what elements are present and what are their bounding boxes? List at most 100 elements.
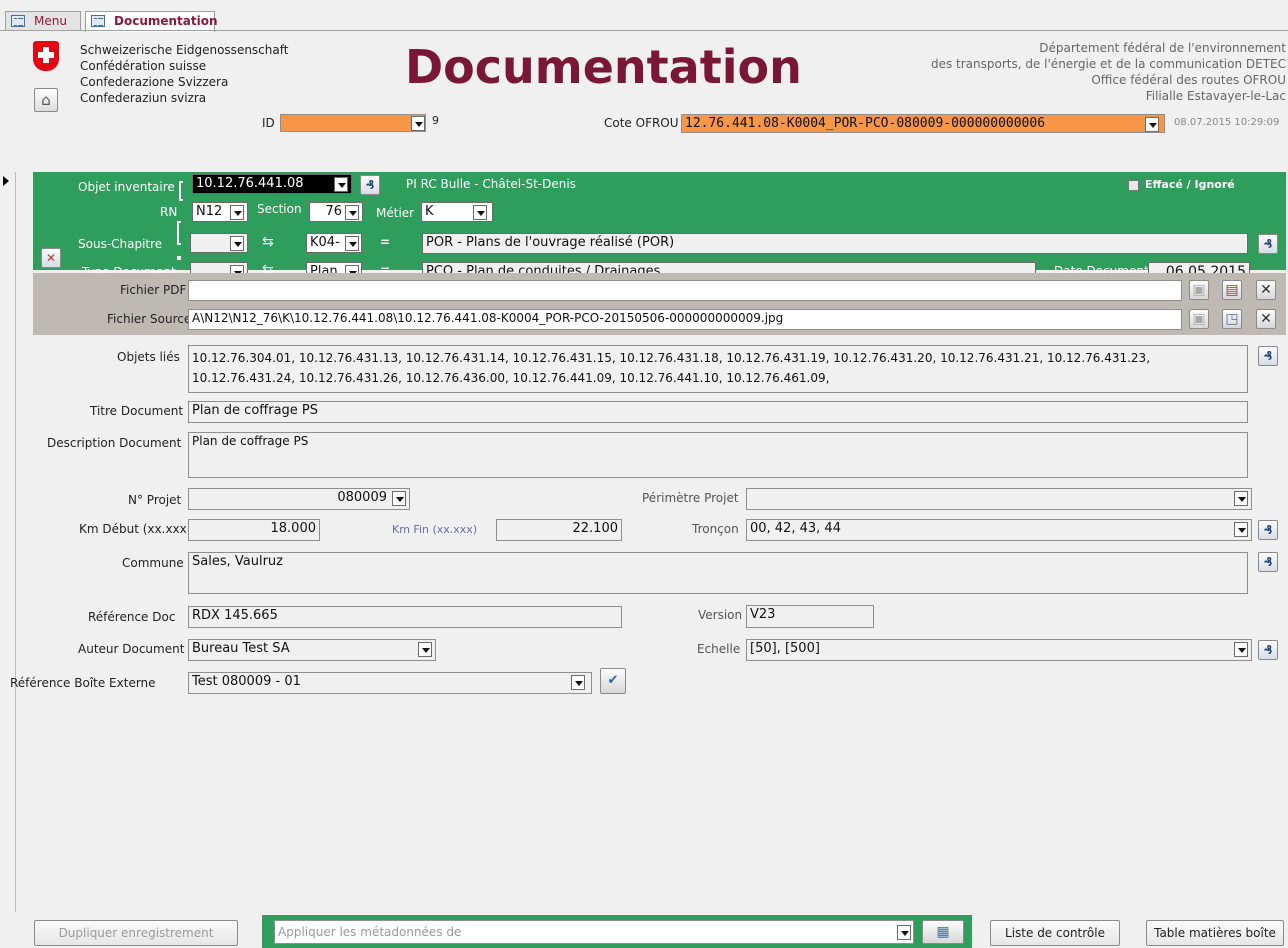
binoculars-icon: ₰ [1263,555,1273,569]
commune-field[interactable]: Sales, Vaulruz [188,552,1248,594]
objets-lies-field[interactable]: 10.12.76.304.01, 10.12.76.431.13, 10.12.… [188,345,1248,393]
id-label: ID [262,116,275,130]
equals-sign: = [380,235,391,249]
cote-ofrou-field[interactable]: 12.76.441.08-K0004_POR-PCO-080009-000000… [681,114,1165,133]
metier-dropdown-button[interactable] [473,205,487,220]
bracket [179,181,183,201]
close-icon: ✕ [1260,282,1272,298]
save-pdf-button[interactable]: ▣ [1189,280,1209,300]
rn-dropdown-button[interactable] [230,205,244,220]
refdoc-label: Référence Doc [88,610,176,624]
tab-divider [0,30,1288,31]
source-label: Fichier Source [107,312,192,326]
id-dropdown-button[interactable] [411,116,425,131]
echelle-field[interactable]: [50], [500] [746,639,1252,661]
binoculars-icon: ₰ [1263,237,1273,251]
sous-desc-field: POR - Plans de l'ouvrage réalisé (POR) [422,233,1248,254]
confederation-line: Confederazione Svizzera [80,75,229,89]
objet-dropdown-button[interactable] [334,177,348,192]
binoculars-icon: ₰ [1263,643,1273,657]
projet-label: N° Projet [128,493,182,507]
apply-form-button[interactable]: ▦ [922,920,964,944]
search-objet-button[interactable]: ₰ [360,175,380,195]
save-source-button[interactable]: ▣ [1189,309,1209,329]
preview-source-button[interactable]: ◳ [1222,309,1242,329]
swiss-flag-logo [33,41,59,71]
pdf-field[interactable] [188,280,1182,301]
department-text: Département fédéral de l'environnement d… [931,40,1286,104]
home-button[interactable]: ⌂ [34,88,58,112]
appliquer-field[interactable]: Appliquer les métadonnées de [274,920,914,944]
spellcheck-button[interactable]: ✔ [600,668,626,694]
echelle-label: Echelle [697,642,741,656]
swap-icon: ⇆ [262,234,274,250]
liste-controle-button[interactable]: Liste de contrôle [990,920,1120,946]
id-number: 9 [432,114,439,127]
binoculars-icon: ₰ [1263,523,1273,537]
delete-pdf-button[interactable]: ✕ [1256,280,1276,300]
appliquer-dropdown-button[interactable] [897,925,911,940]
sous-code-dropdown-button[interactable] [345,236,359,251]
perimetre-field[interactable] [746,488,1252,510]
clear-filter-button[interactable]: ✕ [41,248,61,268]
form-icon [11,15,25,27]
open-pdf-button[interactable]: ▤ [1222,280,1242,300]
disk-icon: ▣ [1192,282,1206,298]
search-objets-button[interactable]: ₰ [1258,346,1278,366]
refdoc-field[interactable]: RDX 145.665 [188,606,622,628]
metier-label: Métier [376,206,415,220]
form-icon: ▦ [936,924,950,940]
form-icon [91,15,105,27]
search-sous-button[interactable]: ₰ [1258,234,1278,254]
confederation-text: Schweizerische Eidgenossenschaft Confédé… [80,42,288,106]
record-selector-icon[interactable] [3,176,9,186]
tab-menu[interactable]: Menu [5,11,81,31]
boite-dropdown-button[interactable] [571,675,585,690]
pdf-label: Fichier PDF [120,283,187,297]
confederation-line: Confederaziun svizra [80,91,207,105]
troncon-field[interactable]: 00, 42, 43, 44 [746,519,1252,541]
record-selector-line [15,172,16,912]
search-echelle-button[interactable]: ₰ [1258,640,1278,660]
troncon-dropdown-button[interactable] [1234,522,1248,537]
delete-source-button[interactable]: ✕ [1256,309,1276,329]
description-field[interactable]: Plan de coffrage PS [188,432,1248,478]
echelle-dropdown-button[interactable] [1234,642,1248,657]
cote-dropdown-button[interactable] [1145,117,1159,132]
projet-field[interactable]: 080009 [188,488,410,510]
km-debut-label: Km Début (xx.xxx) [79,522,192,536]
titre-label: Titre Document [90,404,184,418]
tab-documentation-label: Documentation [114,14,218,28]
effacé-checkbox[interactable] [1128,180,1139,191]
objets-lies-line: 10.12.76.431.24, 10.12.76.431.26, 10.12.… [192,371,830,385]
id-field[interactable] [280,114,426,132]
sous-chapitre-label: Sous-Chapitre [78,237,163,251]
dupliquer-button[interactable]: Dupliquer enregistrement [34,920,238,946]
clear-filter-icon: ✕ [45,251,57,265]
section-dropdown-button[interactable] [345,205,359,220]
confederation-line: Schweizerische Eidgenossenschaft [80,43,289,57]
km-debut-field[interactable]: 18.000 [188,519,320,541]
perimetre-dropdown-button[interactable] [1234,491,1248,506]
search-troncon-button[interactable]: ₰ [1258,520,1278,540]
projet-dropdown-button[interactable] [392,491,406,506]
tab-documentation[interactable]: Documentation [85,11,218,32]
department-line: Office fédéral des routes OFROU [1091,73,1286,87]
auteur-dropdown-button[interactable] [418,642,432,657]
objet-label: Objet inventaire [78,180,175,194]
confederation-line: Confédération suisse [80,59,207,73]
objet-field[interactable]: 10.12.76.441.08 [192,174,352,194]
version-field[interactable]: V23 [746,605,874,628]
auteur-field[interactable]: Bureau Test SA [188,639,436,661]
bracket [177,256,181,260]
search-commune-button[interactable]: ₰ [1258,552,1278,572]
description-label: Description Document [47,436,182,450]
effacé-label: Effacé / Ignoré [1145,178,1235,191]
source-field[interactable]: A\N12\N12_76\K\10.12.76.441.08\10.12.76.… [188,309,1182,330]
table-matieres-button[interactable]: Table matières boîte [1146,920,1284,946]
km-fin-field[interactable]: 22.100 [496,519,622,541]
sous-chapitre-dropdown-button[interactable] [230,236,244,251]
titre-field[interactable]: Plan de coffrage PS [188,401,1248,423]
boite-field[interactable]: Test 080009 - 01 [188,672,592,694]
home-icon: ⌂ [41,91,51,109]
